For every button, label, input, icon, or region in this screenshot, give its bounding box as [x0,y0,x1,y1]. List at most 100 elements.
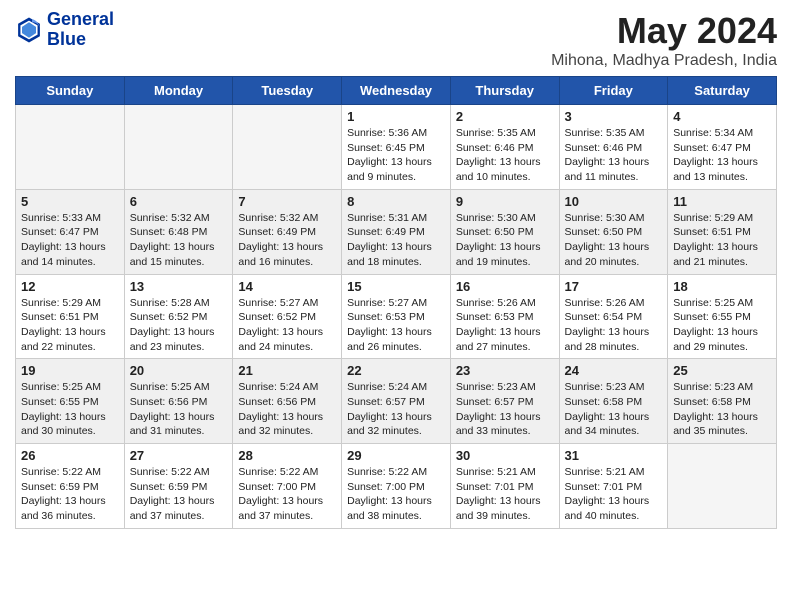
day-info: Sunrise: 5:23 AMSunset: 6:57 PMDaylight:… [456,380,554,439]
day-header-monday: Monday [124,77,233,105]
calendar-body: 1Sunrise: 5:36 AMSunset: 6:45 PMDaylight… [16,105,777,529]
day-number: 23 [456,363,554,378]
calendar-cell: 20 Sunrise: 5:25 AMSunset: 6:56 PMDayligh… [124,359,233,444]
day-info: Sunrise: 5:35 AMSunset: 6:46 PMDaylight:… [456,126,554,185]
day-number: 16 [456,279,554,294]
day-number: 5 [21,194,119,209]
logo-text-blue: Blue [47,30,114,50]
day-number: 19 [21,363,119,378]
day-info: Sunrise: 5:23 AMSunset: 6:58 PMDaylight:… [673,380,771,439]
day-number: 12 [21,279,119,294]
day-number: 7 [238,194,336,209]
calendar-cell: 4Sunrise: 5:34 AMSunset: 6:47 PMDaylight… [668,105,777,190]
week-row-5: 26Sunrise: 5:22 AMSunset: 6:59 PMDayligh… [16,444,777,529]
day-info: Sunrise: 5:33 AMSunset: 6:47 PMDaylight:… [21,211,119,270]
day-number: 24 [565,363,663,378]
calendar-cell [233,105,342,190]
day-info: Sunrise: 5:24 AMSunset: 6:56 PMDaylight:… [238,380,336,439]
day-info: Sunrise: 5:30 AMSunset: 6:50 PMDaylight:… [456,211,554,270]
calendar-cell: 19 Sunrise: 5:25 AMSunset: 6:55 PMDayligh… [16,359,125,444]
day-header-saturday: Saturday [668,77,777,105]
calendar-cell: 10 Sunrise: 5:30 AMSunset: 6:50 PMDayligh… [559,189,668,274]
calendar-cell: 28Sunrise: 5:22 AMSunset: 7:00 PMDayligh… [233,444,342,529]
day-info: Sunrise: 5:36 AMSunset: 6:45 PMDaylight:… [347,126,445,185]
calendar-cell: 17Sunrise: 5:26 AMSunset: 6:54 PMDayligh… [559,274,668,359]
day-info: Sunrise: 5:29 AMSunset: 6:51 PMDaylight:… [673,211,771,270]
calendar-cell [668,444,777,529]
week-row-1: 1Sunrise: 5:36 AMSunset: 6:45 PMDaylight… [16,105,777,190]
logo-icon [15,16,43,44]
day-info: Sunrise: 5:28 AMSunset: 6:52 PMDaylight:… [130,296,228,355]
title-area: May 2024 Mihona, Madhya Pradesh, India [551,10,777,70]
day-info: Sunrise: 5:25 AMSunset: 6:55 PMDaylight:… [673,296,771,355]
day-number: 15 [347,279,445,294]
day-number: 10 [565,194,663,209]
calendar-cell: 2 Sunrise: 5:35 AMSunset: 6:46 PMDaylight… [450,105,559,190]
calendar-table: SundayMondayTuesdayWednesdayThursdayFrid… [15,76,777,529]
day-number: 30 [456,448,554,463]
day-info: Sunrise: 5:25 AMSunset: 6:55 PMDaylight:… [21,380,119,439]
calendar-header: SundayMondayTuesdayWednesdayThursdayFrid… [16,77,777,105]
calendar-cell: 14 Sunrise: 5:27 AMSunset: 6:52 PMDayligh… [233,274,342,359]
calendar-cell: 30 Sunrise: 5:21 AMSunset: 7:01 PMDayligh… [450,444,559,529]
day-info: Sunrise: 5:24 AMSunset: 6:57 PMDaylight:… [347,380,445,439]
day-info: Sunrise: 5:35 AMSunset: 6:46 PMDaylight:… [565,126,663,185]
day-header-friday: Friday [559,77,668,105]
day-info: Sunrise: 5:26 AMSunset: 6:54 PMDaylight:… [565,296,663,355]
day-header-thursday: Thursday [450,77,559,105]
calendar-cell [124,105,233,190]
day-info: Sunrise: 5:32 AMSunset: 6:48 PMDaylight:… [130,211,228,270]
day-number: 13 [130,279,228,294]
day-number: 20 [130,363,228,378]
day-number: 21 [238,363,336,378]
day-info: Sunrise: 5:22 AMSunset: 7:00 PMDaylight:… [238,465,336,524]
day-info: Sunrise: 5:26 AMSunset: 6:53 PMDaylight:… [456,296,554,355]
week-row-2: 5 Sunrise: 5:33 AMSunset: 6:47 PMDaylight… [16,189,777,274]
calendar-cell: 25Sunrise: 5:23 AMSunset: 6:58 PMDayligh… [668,359,777,444]
day-info: Sunrise: 5:34 AMSunset: 6:47 PMDaylight:… [673,126,771,185]
day-info: Sunrise: 5:21 AMSunset: 7:01 PMDaylight:… [456,465,554,524]
day-header-wednesday: Wednesday [342,77,451,105]
day-info: Sunrise: 5:22 AMSunset: 6:59 PMDaylight:… [21,465,119,524]
main-title: May 2024 [551,10,777,52]
day-info: Sunrise: 5:32 AMSunset: 6:49 PMDaylight:… [238,211,336,270]
calendar-cell: 9 Sunrise: 5:30 AMSunset: 6:50 PMDaylight… [450,189,559,274]
day-number: 3 [565,109,663,124]
day-info: Sunrise: 5:27 AMSunset: 6:53 PMDaylight:… [347,296,445,355]
calendar-cell: 11 Sunrise: 5:29 AMSunset: 6:51 PMDayligh… [668,189,777,274]
calendar-cell: 1Sunrise: 5:36 AMSunset: 6:45 PMDaylight… [342,105,451,190]
calendar-cell [16,105,125,190]
day-info: Sunrise: 5:25 AMSunset: 6:56 PMDaylight:… [130,380,228,439]
day-info: Sunrise: 5:22 AMSunset: 7:00 PMDaylight:… [347,465,445,524]
calendar-cell: 3 Sunrise: 5:35 AMSunset: 6:46 PMDaylight… [559,105,668,190]
header: General Blue May 2024 Mihona, Madhya Pra… [15,10,777,70]
calendar-cell: 21 Sunrise: 5:24 AMSunset: 6:56 PMDayligh… [233,359,342,444]
calendar-cell: 31Sunrise: 5:21 AMSunset: 7:01 PMDayligh… [559,444,668,529]
day-number: 11 [673,194,771,209]
calendar-cell: 5 Sunrise: 5:33 AMSunset: 6:47 PMDaylight… [16,189,125,274]
calendar-cell: 23 Sunrise: 5:23 AMSunset: 6:57 PMDayligh… [450,359,559,444]
calendar-cell: 26Sunrise: 5:22 AMSunset: 6:59 PMDayligh… [16,444,125,529]
day-number: 2 [456,109,554,124]
calendar-cell: 6Sunrise: 5:32 AMSunset: 6:48 PMDaylight… [124,189,233,274]
day-number: 22 [347,363,445,378]
day-header-tuesday: Tuesday [233,77,342,105]
logo-text-general: General [47,10,114,30]
subtitle: Mihona, Madhya Pradesh, India [551,52,777,70]
day-number: 27 [130,448,228,463]
calendar-cell: 27Sunrise: 5:22 AMSunset: 6:59 PMDayligh… [124,444,233,529]
days-of-week-row: SundayMondayTuesdayWednesdayThursdayFrid… [16,77,777,105]
day-number: 9 [456,194,554,209]
day-info: Sunrise: 5:31 AMSunset: 6:49 PMDaylight:… [347,211,445,270]
week-row-4: 19 Sunrise: 5:25 AMSunset: 6:55 PMDayligh… [16,359,777,444]
day-number: 14 [238,279,336,294]
day-number: 8 [347,194,445,209]
calendar-cell: 13 Sunrise: 5:28 AMSunset: 6:52 PMDayligh… [124,274,233,359]
day-info: Sunrise: 5:23 AMSunset: 6:58 PMDaylight:… [565,380,663,439]
day-info: Sunrise: 5:27 AMSunset: 6:52 PMDaylight:… [238,296,336,355]
calendar-cell: 12Sunrise: 5:29 AMSunset: 6:51 PMDayligh… [16,274,125,359]
day-number: 31 [565,448,663,463]
day-info: Sunrise: 5:30 AMSunset: 6:50 PMDaylight:… [565,211,663,270]
logo: General Blue [15,10,114,50]
day-number: 29 [347,448,445,463]
